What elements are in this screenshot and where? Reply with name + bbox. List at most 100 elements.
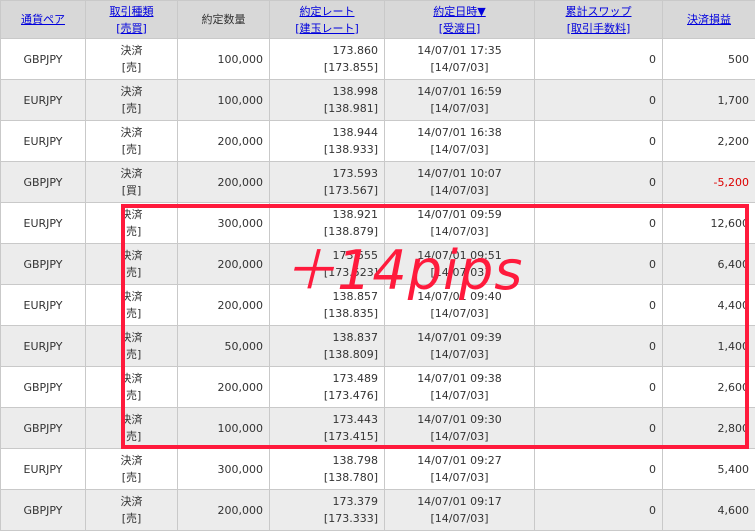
cell-type-side: [売] <box>92 223 171 240</box>
cell-type-side: [売] <box>92 346 171 363</box>
cell-quantity: 100,000 <box>178 80 270 121</box>
cell-type-side: [売] <box>92 59 171 76</box>
cell-type-type: 決済 <box>92 42 171 59</box>
cell-profit-loss: 12,600 <box>663 203 755 244</box>
cell-rate-open-rate: [138.835] <box>276 305 378 322</box>
cell-quantity-qty: 200,000 <box>184 174 263 191</box>
cell-quantity: 200,000 <box>178 244 270 285</box>
trade-history-table: 通貨ペア取引種類[売買]約定数量約定レート[建玉レート]約定日時▼[受渡日]累計… <box>0 0 755 531</box>
table-row: GBPJPY決済[売]200,000173.379[173.333]14/07/… <box>1 490 755 531</box>
cell-swap: 0 <box>535 285 663 326</box>
cell-pair: EURJPY <box>1 326 86 367</box>
cell-swap-swap: 0 <box>541 297 656 314</box>
cell-swap: 0 <box>535 326 663 367</box>
cell-profit-loss-pl: 1,700 <box>669 92 749 109</box>
table-row: GBPJPY決済[売]200,000173.489[173.476]14/07/… <box>1 367 755 408</box>
column-header-sublabel[interactable]: [売買] <box>116 22 147 35</box>
cell-swap: 0 <box>535 244 663 285</box>
cell-type-side: [売] <box>92 100 171 117</box>
column-header-rate[interactable]: 約定レート [建玉レート] <box>270 1 385 39</box>
cell-swap-swap: 0 <box>541 502 656 519</box>
cell-rate-rate: 173.379 <box>276 493 378 510</box>
cell-rate-rate: 173.489 <box>276 370 378 387</box>
cell-profit-loss: 1,400 <box>663 326 755 367</box>
cell-quantity-qty: 50,000 <box>184 338 263 355</box>
cell-rate: 173.860[173.855] <box>270 39 385 80</box>
column-header-label[interactable]: 決済損益 <box>687 13 731 26</box>
cell-profit-loss-pl: 1,400 <box>669 338 749 355</box>
table-row: EURJPY決済[売]100,000138.998[138.981]14/07/… <box>1 80 755 121</box>
cell-datetime: 14/07/01 16:38[14/07/03] <box>385 121 535 162</box>
cell-profit-loss-pl: 2,800 <box>669 420 749 437</box>
table-row: EURJPY決済[売]300,000138.921[138.879]14/07/… <box>1 203 755 244</box>
cell-rate-rate: 173.443 <box>276 411 378 428</box>
cell-pair: GBPJPY <box>1 162 86 203</box>
cell-pair-pair: EURJPY <box>7 338 79 355</box>
cell-rate-open-rate: [138.780] <box>276 469 378 486</box>
cell-datetime-datetime: 14/07/01 16:38 <box>391 124 528 141</box>
column-header-currency-pair[interactable]: 通貨ペア <box>1 1 86 39</box>
cell-datetime: 14/07/01 09:30[14/07/03] <box>385 408 535 449</box>
cell-rate: 173.443[173.415] <box>270 408 385 449</box>
cell-rate-open-rate: [173.333] <box>276 510 378 527</box>
cell-swap-swap: 0 <box>541 51 656 68</box>
cell-quantity: 200,000 <box>178 121 270 162</box>
cell-rate-open-rate: [138.879] <box>276 223 378 240</box>
cell-datetime-settle: [14/07/03] <box>391 305 528 322</box>
column-header-sublabel[interactable]: [受渡日] <box>439 22 481 35</box>
cell-quantity-qty: 200,000 <box>184 256 263 273</box>
cell-datetime-datetime: 14/07/01 17:35 <box>391 42 528 59</box>
cell-type: 決済[売] <box>86 203 178 244</box>
column-header-datetime[interactable]: 約定日時▼ [受渡日] <box>385 1 535 39</box>
cell-type-side: [売] <box>92 510 171 527</box>
cell-datetime-datetime: 14/07/01 09:40 <box>391 288 528 305</box>
cell-pair: GBPJPY <box>1 39 86 80</box>
column-header-label[interactable]: 通貨ペア <box>21 13 65 26</box>
cell-swap: 0 <box>535 408 663 449</box>
column-header-label[interactable]: 約定日時▼ <box>433 5 485 18</box>
cell-profit-loss-pl: 500 <box>669 51 749 68</box>
column-header-profit-loss[interactable]: 決済損益 <box>663 1 755 39</box>
cell-datetime-datetime: 14/07/01 09:39 <box>391 329 528 346</box>
cell-quantity: 100,000 <box>178 39 270 80</box>
cell-type-side: [売] <box>92 264 171 281</box>
cell-swap: 0 <box>535 162 663 203</box>
cell-quantity-qty: 100,000 <box>184 420 263 437</box>
cell-pair-pair: EURJPY <box>7 215 79 232</box>
cell-datetime: 14/07/01 09:59[14/07/03] <box>385 203 535 244</box>
cell-rate: 138.944[138.933] <box>270 121 385 162</box>
cell-rate-rate: 173.555 <box>276 247 378 264</box>
cell-profit-loss-pl: 4,600 <box>669 502 749 519</box>
cell-rate: 173.489[173.476] <box>270 367 385 408</box>
cell-rate-rate: 138.998 <box>276 83 378 100</box>
cell-quantity-qty: 100,000 <box>184 92 263 109</box>
column-header-swap[interactable]: 累計スワップ [取引手数料] <box>535 1 663 39</box>
column-header-trade-type[interactable]: 取引種類 [売買] <box>86 1 178 39</box>
cell-type: 決済[売] <box>86 285 178 326</box>
column-header-sublabel[interactable]: [取引手数料] <box>567 22 631 35</box>
column-header-label[interactable]: 約定レート <box>300 5 355 18</box>
cell-rate-open-rate: [138.933] <box>276 141 378 158</box>
cell-rate: 173.379[173.333] <box>270 490 385 531</box>
cell-pair-pair: EURJPY <box>7 297 79 314</box>
cell-profit-loss: 1,700 <box>663 80 755 121</box>
column-header-label[interactable]: 累計スワップ <box>566 5 632 18</box>
cell-datetime-datetime: 14/07/01 09:59 <box>391 206 528 223</box>
column-header-label[interactable]: 取引種類 <box>110 5 154 18</box>
cell-datetime: 14/07/01 09:38[14/07/03] <box>385 367 535 408</box>
cell-pair: EURJPY <box>1 285 86 326</box>
cell-type: 決済[売] <box>86 408 178 449</box>
column-header-sublabel[interactable]: [建玉レート] <box>295 22 359 35</box>
cell-pair: GBPJPY <box>1 244 86 285</box>
cell-type: 決済[売] <box>86 121 178 162</box>
cell-type: 決済[売] <box>86 490 178 531</box>
cell-profit-loss: 2,200 <box>663 121 755 162</box>
cell-datetime: 14/07/01 09:27[14/07/03] <box>385 449 535 490</box>
cell-type: 決済[売] <box>86 39 178 80</box>
cell-rate-rate: 173.593 <box>276 165 378 182</box>
cell-swap-swap: 0 <box>541 174 656 191</box>
cell-profit-loss: 4,400 <box>663 285 755 326</box>
table-row: EURJPY決済[売]300,000138.798[138.780]14/07/… <box>1 449 755 490</box>
cell-datetime-settle: [14/07/03] <box>391 59 528 76</box>
cell-profit-loss: 2,800 <box>663 408 755 449</box>
